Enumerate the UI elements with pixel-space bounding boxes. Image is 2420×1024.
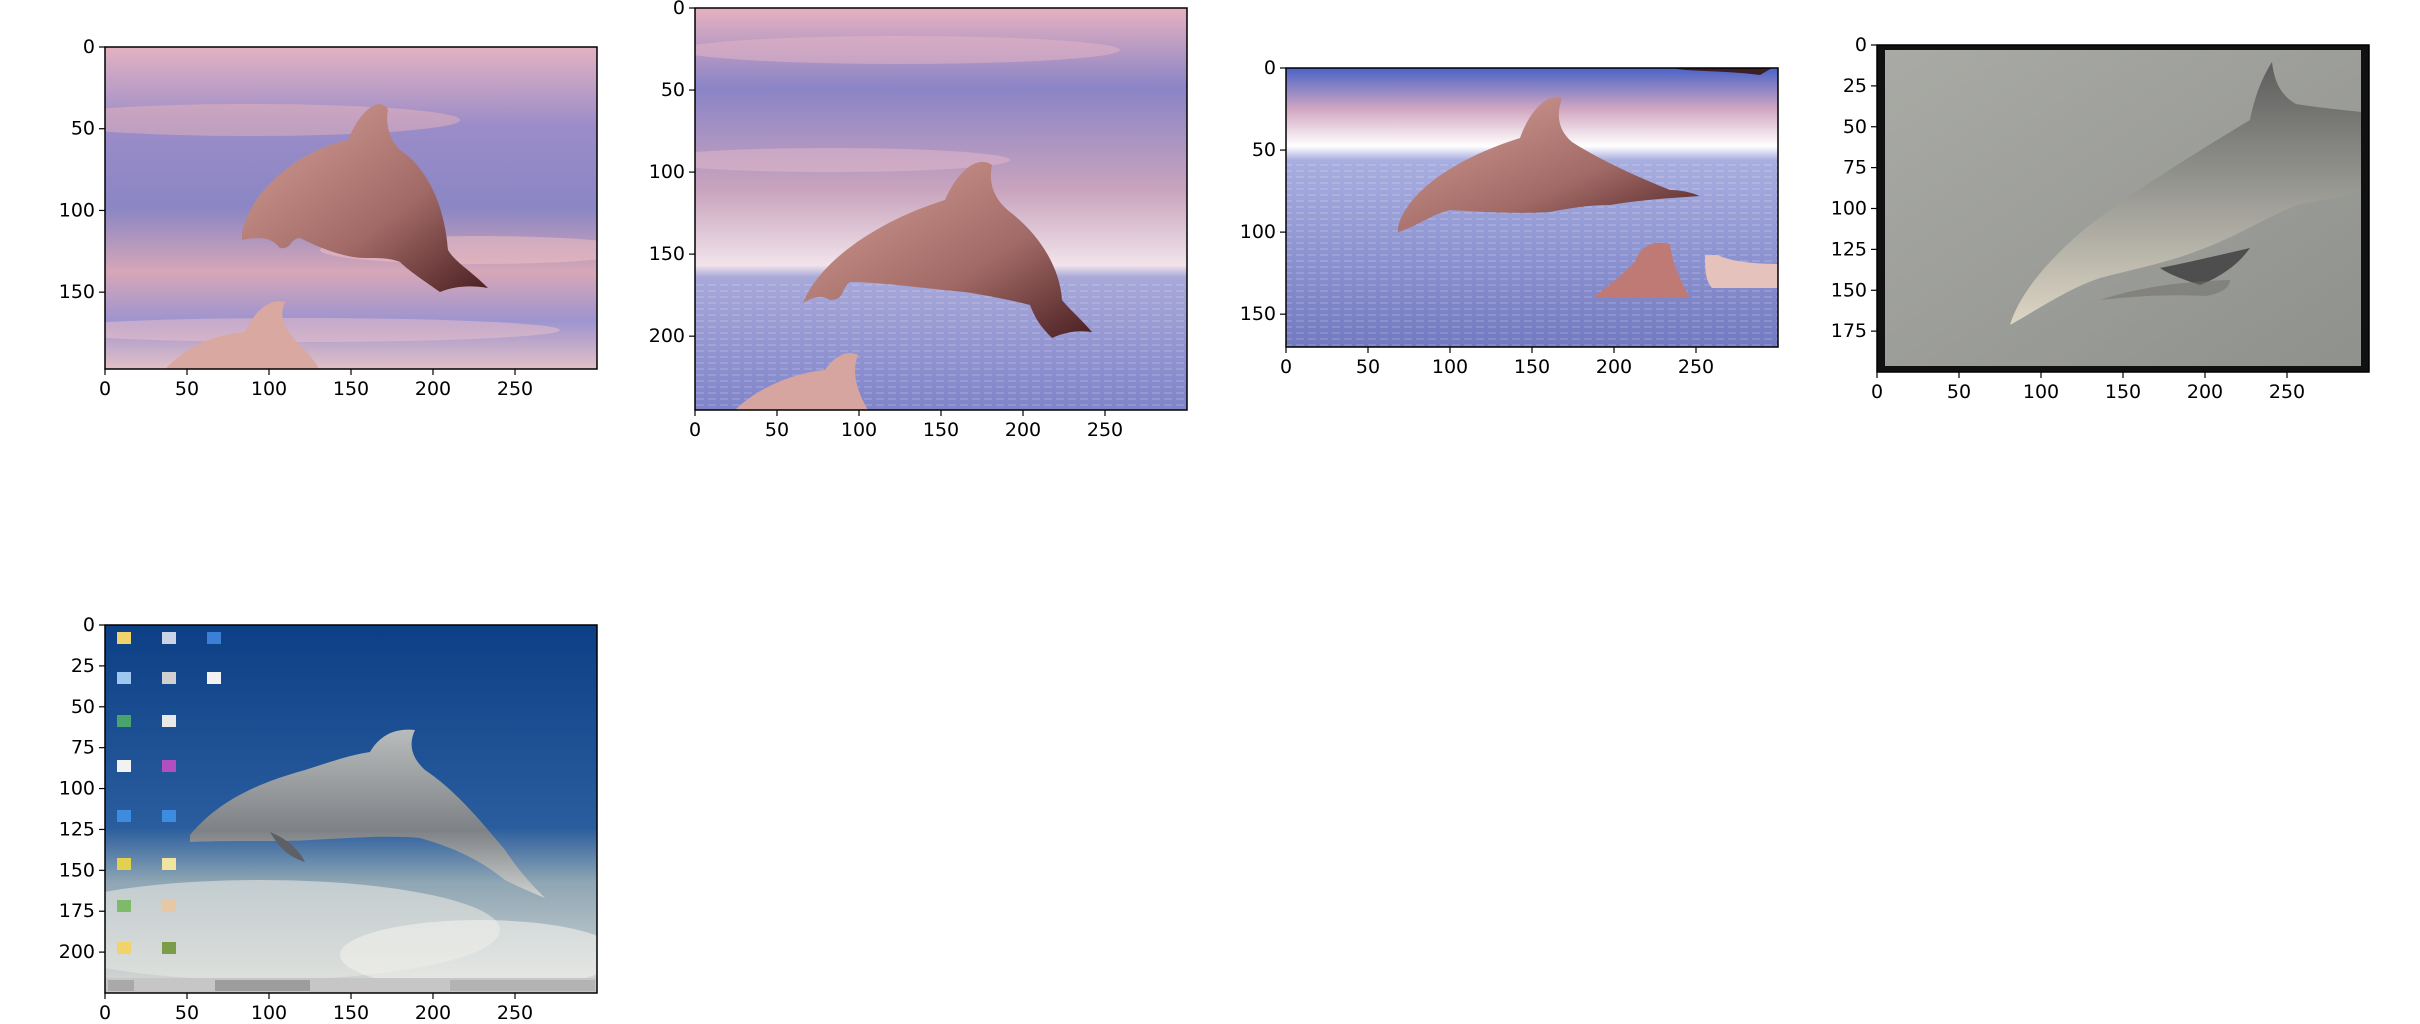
x-tick-label: 0	[99, 378, 111, 400]
x-tick-label: 0	[1871, 381, 1883, 403]
y-tick-label: 25	[71, 655, 95, 677]
y-tick-label: 200	[59, 941, 95, 963]
y-tick-label: 150	[59, 281, 95, 303]
y-tick-label: 150	[1831, 279, 1867, 301]
y-tick-label: 0	[1855, 34, 1867, 56]
y-tick-label: 25	[1843, 75, 1867, 97]
x-tick-label: 250	[1678, 356, 1714, 378]
y-tick-label: 75	[71, 737, 95, 759]
x-tick-label: 50	[1947, 381, 1971, 403]
y-tick-label: 0	[1264, 57, 1276, 79]
x-tick-label: 250	[497, 1002, 533, 1024]
x-tick-label: 150	[333, 378, 369, 400]
y-tick-label: 150	[1240, 303, 1276, 325]
x-tick-label: 100	[251, 378, 287, 400]
x-tick-label: 150	[923, 419, 959, 441]
panel-5-image	[105, 625, 597, 993]
x-tick-label: 200	[415, 378, 451, 400]
figure-canvas: 0 50 100 150 200 250050100150 0 50 100 150 200 250…	[59, 0, 2370, 1024]
x-tick-label: 100	[1432, 356, 1468, 378]
panel-1: 0 50 100 150 200 250 0 50 100 150	[59, 36, 598, 400]
x-tick-label: 200	[415, 1002, 451, 1024]
y-tick-label: 0	[83, 614, 95, 636]
y-tick-label: 0	[673, 0, 685, 19]
y-tick-label: 50	[71, 118, 95, 140]
panel-3-image	[1286, 68, 1778, 347]
x-tick-label: 100	[2023, 381, 2059, 403]
panel-2: 0 50 100 150 200 250 0 50 100 150 200	[649, 0, 1188, 441]
panel-4-image	[1877, 45, 2369, 372]
x-tick-label: 100	[841, 419, 877, 441]
y-tick-label: 100	[59, 199, 95, 221]
x-tick-label: 0	[99, 1002, 111, 1024]
y-tick-label: 150	[59, 859, 95, 881]
y-tick-label: 125	[1831, 238, 1867, 260]
x-tick-label: 200	[2187, 381, 2223, 403]
x-tick-label: 50	[1356, 356, 1380, 378]
y-tick-label: 100	[59, 778, 95, 800]
panel-5: 0 50 100 150 200 250 0 25 50 75 100 125 150 175 200	[59, 614, 598, 1024]
y-tick-label: 150	[649, 243, 685, 265]
y-tick-label: 175	[1831, 320, 1867, 342]
y-tick-label: 0	[83, 36, 95, 58]
x-tick-label: 50	[765, 419, 789, 441]
y-tick-label: 50	[71, 696, 95, 718]
y-tick-label: 50	[1252, 139, 1276, 161]
x-tick-label: 150	[1514, 356, 1550, 378]
x-tick-label: 50	[175, 378, 199, 400]
panel-3: 0 50 100 150 200 250 0 50 100 150	[1240, 57, 1779, 378]
x-tick-label: 150	[333, 1002, 369, 1024]
panel-1-image	[105, 47, 597, 369]
y-tick-label: 200	[649, 325, 685, 347]
x-tick-label: 250	[1087, 419, 1123, 441]
x-tick-label: 250	[2269, 381, 2305, 403]
y-tick-label: 50	[661, 79, 685, 101]
y-tick-label: 50	[1843, 116, 1867, 138]
y-tick-label: 175	[59, 900, 95, 922]
y-tick-label: 125	[59, 818, 95, 840]
x-tick-label: 150	[2105, 381, 2141, 403]
x-tick-label: 200	[1596, 356, 1632, 378]
y-tick-label: 100	[1240, 221, 1276, 243]
x-tick-label: 200	[1005, 419, 1041, 441]
y-tick-label: 100	[1831, 198, 1867, 220]
x-tick-label: 0	[1280, 356, 1292, 378]
x-tick-label: 0	[689, 419, 701, 441]
y-tick-label: 75	[1843, 157, 1867, 179]
x-tick-label: 100	[251, 1002, 287, 1024]
x-tick-label: 250	[497, 378, 533, 400]
x-tick-label: 50	[175, 1002, 199, 1024]
panel-2-image	[695, 8, 1187, 410]
y-tick-label: 100	[649, 161, 685, 183]
panel-4: 0 50 100 150 200 250 0 25 50 75 100 125 150 175	[1831, 34, 2370, 403]
